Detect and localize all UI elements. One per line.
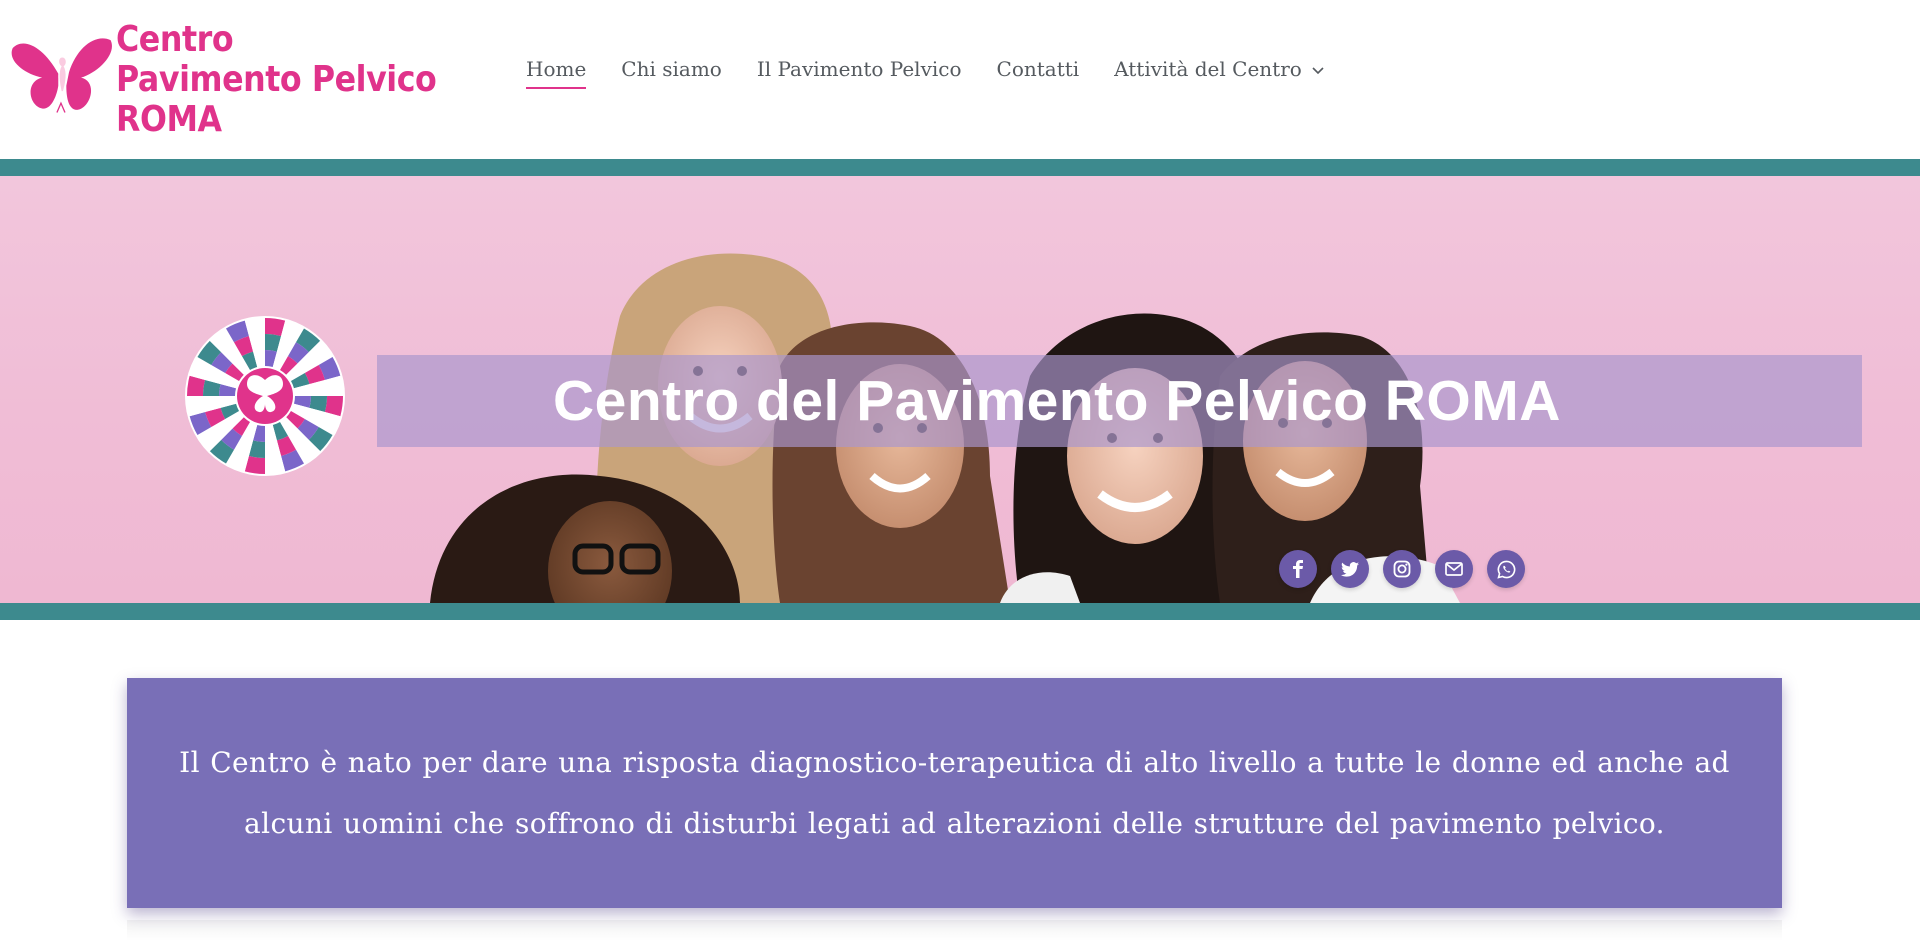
nav-item-attivita-label: Attività del Centro — [1114, 57, 1302, 81]
logo-line-2: Pavimento Pelvico — [115, 59, 437, 100]
social-links — [1279, 550, 1539, 588]
logo-wordmark: Centro Pavimento Pelvico ROMA — [115, 19, 437, 140]
nav-item-chi-siamo[interactable]: Chi siamo — [621, 57, 722, 81]
intro-box: Il Centro è nato per dare una risposta d… — [127, 678, 1782, 908]
facebook-icon[interactable] — [1279, 550, 1317, 588]
twitter-icon[interactable] — [1331, 550, 1369, 588]
butterfly-woman-logo-icon — [11, 38, 112, 117]
email-icon[interactable] — [1435, 550, 1473, 588]
checkered-circle-butterfly-badge-icon — [185, 316, 345, 476]
whatsapp-icon[interactable] — [1487, 550, 1525, 588]
site-logo[interactable]: Centro Pavimento Pelvico ROMA — [10, 12, 480, 142]
hero-top-border — [0, 159, 1920, 176]
logo-line-1: Centro — [115, 19, 234, 60]
nav-item-home[interactable]: Home — [526, 57, 587, 89]
site-header: Centro Pavimento Pelvico ROMA Home Chi s… — [0, 0, 1920, 159]
hero-bottom-border — [0, 603, 1920, 620]
instagram-icon[interactable] — [1383, 550, 1421, 588]
intro-text: Il Centro è nato per dare una risposta d… — [179, 746, 1730, 840]
hero-title: Centro del Pavimento Pelvico ROMA — [553, 369, 1561, 433]
nav-item-il-pavimento-pelvico[interactable]: Il Pavimento Pelvico — [757, 57, 962, 81]
section-shadow — [127, 920, 1782, 941]
main-navigation: Home Chi siamo Il Pavimento Pelvico Cont… — [526, 52, 1359, 89]
nav-item-contatti[interactable]: Contatti — [997, 57, 1080, 81]
nav-item-attivita-del-centro[interactable]: Attività del Centro — [1114, 57, 1324, 81]
hero-banner: Centro del Pavimento Pelvico ROMA — [0, 176, 1920, 603]
chevron-down-icon — [1312, 66, 1324, 74]
logo-line-3: ROMA — [115, 99, 222, 140]
